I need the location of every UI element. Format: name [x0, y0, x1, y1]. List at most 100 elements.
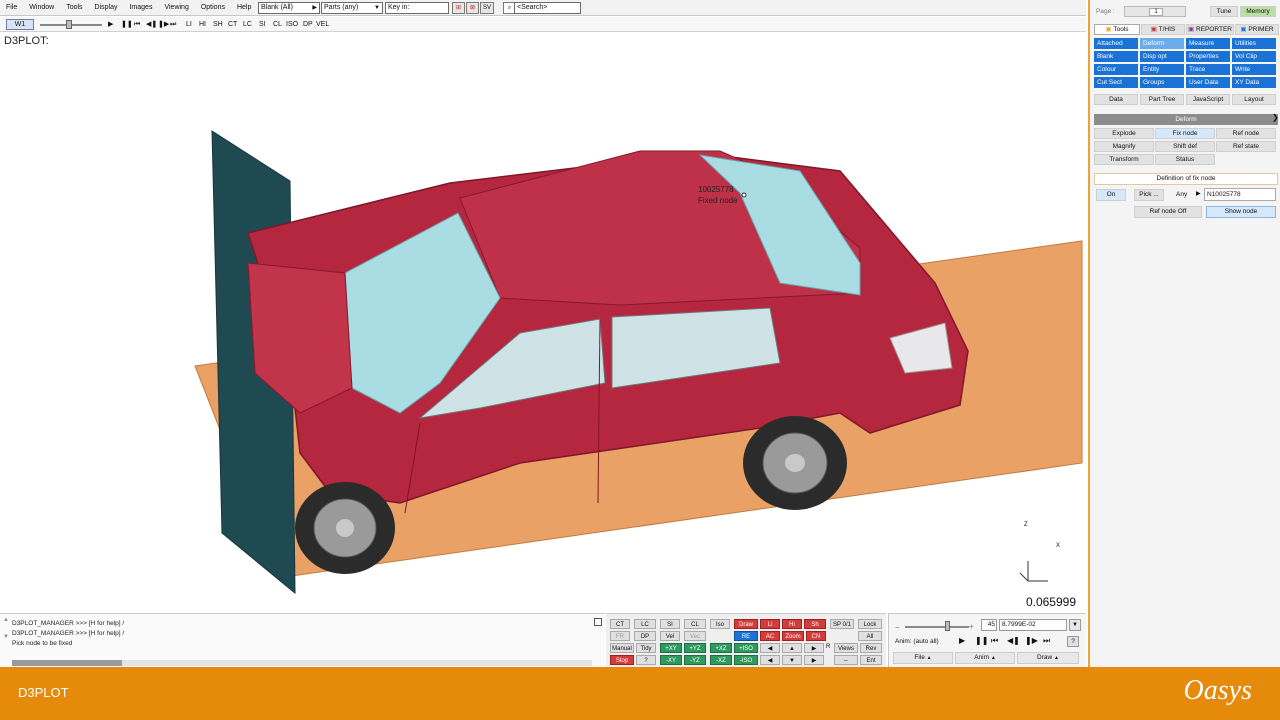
cn-button[interactable]: CN [806, 631, 826, 641]
console-down-icon[interactable]: ▼ [3, 634, 9, 640]
page-nav[interactable]: 1 [1124, 6, 1186, 17]
si-button[interactable]: SI [660, 619, 680, 629]
search-input[interactable]: <Search> [514, 2, 581, 14]
page-number[interactable]: 1 [1149, 8, 1163, 16]
colour-button[interactable]: Colour [1094, 64, 1138, 75]
pause-icon[interactable]: ❚❚ [121, 19, 133, 30]
minus-xz-button[interactable]: -XZ [710, 655, 732, 665]
rotate-up-icon[interactable]: ▲ [782, 643, 802, 653]
menu-images[interactable]: Images [123, 0, 158, 16]
data-tab[interactable]: Data [1094, 94, 1138, 105]
iso-button[interactable]: Iso [710, 619, 730, 629]
frame-slider-thumb[interactable] [66, 20, 72, 29]
anim-cl[interactable]: CL [273, 19, 282, 30]
anim-ct[interactable]: CT [228, 19, 237, 30]
tune-button[interactable]: Tune [1210, 6, 1238, 17]
play-icon[interactable]: ▶ [108, 19, 113, 30]
menu-tools[interactable]: Tools [60, 0, 88, 16]
help-button[interactable]: ? [636, 655, 656, 665]
state-field[interactable]: 45 [981, 619, 997, 631]
plus-iso-button[interactable]: +ISO [734, 643, 758, 653]
key-in-field[interactable]: Key in: [385, 2, 449, 14]
vel-button[interactable]: Vel [660, 631, 680, 641]
blank-select[interactable]: Blank (All) ▶ [258, 2, 320, 14]
draw-button[interactable]: Draw [734, 619, 758, 629]
shift-def-button[interactable]: Shift def [1155, 141, 1215, 152]
manual-button[interactable]: Manual [610, 643, 634, 653]
menu-help[interactable]: Help [231, 0, 257, 16]
ct-button[interactable]: CT [610, 619, 630, 629]
draw-menu-button[interactable]: Draw ▲ [1017, 652, 1079, 664]
panel-arrow-icon[interactable]: ❯ [1272, 113, 1279, 122]
step-back-icon[interactable]: ◀❚ [146, 19, 157, 30]
anim-vel[interactable]: VEL [316, 19, 329, 30]
anim-sh[interactable]: SH [213, 19, 223, 30]
write-button[interactable]: Write [1232, 64, 1276, 75]
first-frame-icon[interactable]: ⏮ [134, 19, 140, 30]
tab-reporter[interactable]: ▣ REPORTER [1186, 24, 1234, 35]
console-up-icon[interactable]: ▲ [3, 617, 9, 623]
last-frame-icon[interactable]: ⏭ [170, 19, 176, 30]
ac-button[interactable]: AC [760, 631, 780, 641]
rotate-down-icon[interactable]: ▼ [782, 655, 802, 665]
graphics-viewport[interactable]: D3PLOT: 10025778 Fixed node Z X 0.065999 [0, 33, 1086, 611]
tab-primer[interactable]: ▣ PRIMER [1235, 24, 1279, 35]
time-field[interactable]: 8.7999E-02 [999, 619, 1067, 631]
transform-button[interactable]: Transform [1094, 154, 1154, 165]
status-button[interactable]: Status [1155, 154, 1215, 165]
zoom-icon[interactable]: ⊠ [466, 2, 479, 14]
menu-display[interactable]: Display [89, 0, 124, 16]
properties-button[interactable]: Properties [1186, 51, 1230, 62]
plus-xz-button[interactable]: +XZ [710, 643, 732, 653]
pan-left-icon[interactable]: ◀ [760, 655, 780, 665]
tidy-button[interactable]: Tidy [636, 643, 656, 653]
zoom-in-icon[interactable]: + [969, 622, 974, 631]
sp-button[interactable]: SP 0/1 [830, 619, 854, 629]
fr-button[interactable]: FR [610, 631, 630, 641]
views-button[interactable]: Views [834, 643, 858, 653]
chevron-right-icon[interactable]: ▶ [1196, 190, 1201, 197]
hi-button[interactable]: Hi [782, 619, 802, 629]
rotate-right-icon[interactable]: ▶ [804, 643, 824, 653]
console-scrollbar[interactable] [12, 660, 592, 666]
dp-button[interactable]: DP [634, 631, 656, 641]
console-toggle-icon[interactable] [594, 618, 602, 626]
car-model-scene[interactable] [0, 33, 1086, 611]
speed-slider-thumb[interactable] [945, 621, 950, 631]
zoom-button[interactable]: Zoom [782, 631, 804, 641]
zoom-out-icon[interactable]: − [895, 623, 900, 632]
parts-select[interactable]: Parts (any) ▼ [321, 2, 383, 14]
attached-button[interactable]: Attached [1094, 38, 1138, 49]
step-back-icon[interactable]: ◀❚ [1007, 636, 1020, 645]
fix-node-button[interactable]: Fix node [1155, 128, 1215, 139]
menu-viewing[interactable]: Viewing [158, 0, 194, 16]
magnify-button[interactable]: Magnify [1094, 141, 1154, 152]
user-data-button[interactable]: User Data [1186, 77, 1230, 88]
javascript-tab[interactable]: JavaScript [1186, 94, 1230, 105]
rev-button[interactable]: Rev [860, 643, 882, 653]
ref-state-button[interactable]: Ref state [1216, 141, 1276, 152]
ref-node-off-button[interactable]: Ref node Off [1134, 206, 1202, 218]
plus-yz-button[interactable]: +YZ [684, 643, 706, 653]
speed-slider-track[interactable] [905, 626, 969, 628]
entity-button[interactable]: Entity [1140, 64, 1184, 75]
re-button[interactable]: RE [734, 631, 758, 641]
pan-right-icon[interactable]: ▶ [804, 655, 824, 665]
layout-tab[interactable]: Layout [1232, 94, 1276, 105]
blank-button[interactable]: Blank [1094, 51, 1138, 62]
file-menu-button[interactable]: File ▲ [893, 652, 953, 664]
menu-file[interactable]: File [0, 0, 23, 16]
console-panel[interactable]: ▲ ▼ D3PLOT_MANAGER >>> [H for help] / D3… [0, 613, 605, 667]
cut-sect-button[interactable]: Cut Sect [1094, 77, 1138, 88]
explode-button[interactable]: Explode [1094, 128, 1154, 139]
console-scroll-thumb[interactable] [12, 660, 122, 666]
on-button[interactable]: On [1096, 189, 1126, 201]
anim-menu-button[interactable]: Anim ▲ [955, 652, 1015, 664]
cl-button[interactable]: CL [684, 619, 706, 629]
menu-window[interactable]: Window [23, 0, 60, 16]
anim-li[interactable]: LI [186, 19, 192, 30]
play-icon[interactable]: ▶ [959, 636, 965, 645]
rotate-left-icon[interactable]: ◀ [760, 643, 780, 653]
menu-options[interactable]: Options [195, 0, 231, 16]
pause-icon[interactable]: ❚❚ [975, 636, 988, 645]
